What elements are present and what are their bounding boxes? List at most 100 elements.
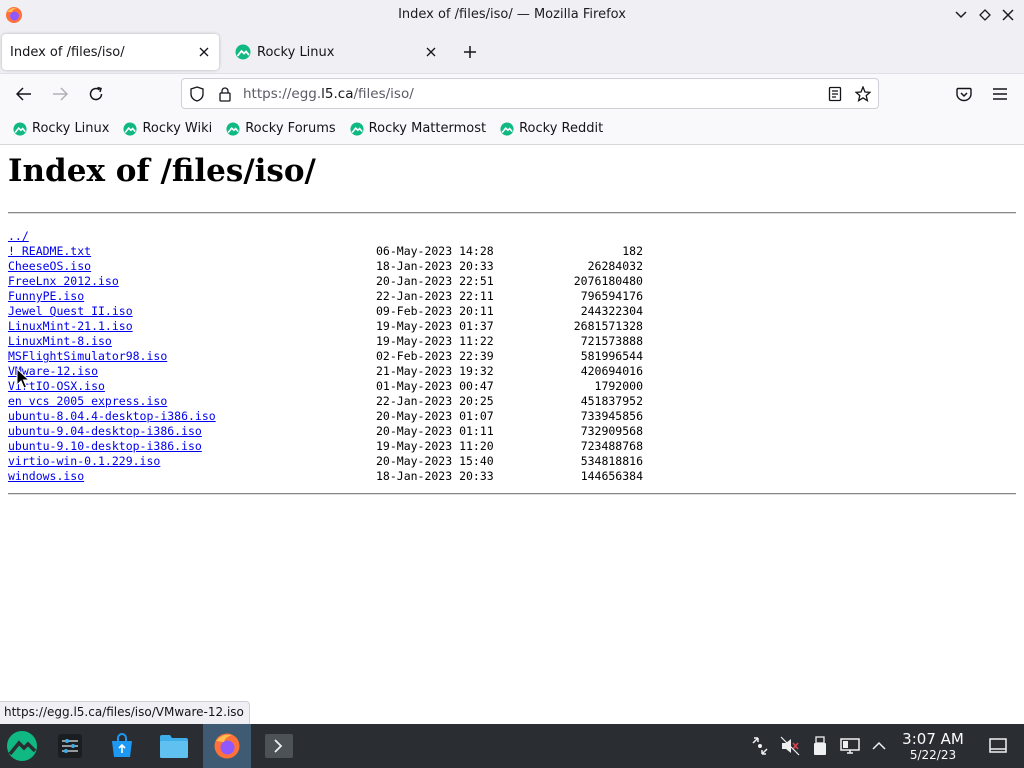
- tab-rocky-linux[interactable]: Rocky Linux: [228, 34, 446, 70]
- menu-hamburger-icon[interactable]: [988, 82, 1012, 106]
- file-date: 22-Jan-2023 20:25: [376, 394, 494, 408]
- bookmark-rocky-wiki[interactable]: Rocky Wiki: [123, 121, 212, 136]
- file-link[interactable]: ubuntu-9.04-desktop-i386.iso: [8, 424, 202, 439]
- mouse-cursor-icon: [16, 368, 30, 389]
- bookmark-rocky-linux[interactable]: Rocky Linux: [13, 121, 109, 136]
- rocky-linux-icon: [226, 121, 240, 136]
- parent-directory-link[interactable]: ../: [8, 229, 29, 244]
- url-host: l5.ca: [321, 86, 354, 102]
- bookmark-label: Rocky Linux: [32, 121, 110, 136]
- taskbar: 3:07 AM 5/22/23: [0, 724, 1024, 768]
- tracking-shield-icon[interactable]: [188, 85, 206, 103]
- file-date: 20-May-2023 01:07: [376, 409, 494, 423]
- file-size: 2681571328: [573, 319, 643, 333]
- file-link[interactable]: en vcs 2005 express.iso: [8, 394, 167, 409]
- address-bar[interactable]: https://egg.l5.ca/files/iso/: [181, 78, 879, 109]
- window-titlebar: Index of /files/iso/ — Mozilla Firefox: [0, 0, 1024, 30]
- file-link[interactable]: MSFlightSimulator98.iso: [8, 349, 167, 364]
- taskbar-firefox[interactable]: [203, 724, 251, 768]
- display-icon[interactable]: [840, 736, 860, 756]
- divider: [8, 212, 1016, 214]
- bookmark-rocky-mattermost[interactable]: Rocky Mattermost: [350, 121, 486, 136]
- file-size: 244322304: [580, 304, 643, 318]
- file-size: 420694016: [580, 364, 643, 378]
- file-row: en vcs 2005 express.iso 22-Jan-2023 20:25…: [8, 394, 708, 409]
- bookmark-rocky-forums[interactable]: Rocky Forums: [226, 121, 336, 136]
- minimize-icon[interactable]: [952, 6, 970, 24]
- volume-muted-icon[interactable]: [780, 736, 800, 756]
- clock[interactable]: 3:07 AM 5/22/23: [896, 730, 970, 763]
- file-row: ubuntu-9.10-desktop-i386.iso 19-May-2023 …: [8, 439, 708, 454]
- forward-arrow-icon[interactable]: [48, 82, 72, 106]
- chevron-up-icon[interactable]: [869, 736, 889, 756]
- pocket-icon[interactable]: [952, 82, 976, 106]
- file-link[interactable]: ubuntu-8.04.4-desktop-i386.iso: [8, 409, 216, 424]
- rocky-linux-icon: [350, 121, 364, 136]
- file-date: 20-May-2023 01:11: [376, 424, 494, 438]
- file-size: 1792000: [594, 379, 643, 393]
- file-date: 01-May-2023 00:47: [376, 379, 494, 393]
- file-link[interactable]: windows.iso: [8, 469, 84, 484]
- close-tab-icon[interactable]: [423, 44, 439, 60]
- close-window-icon[interactable]: [999, 6, 1017, 24]
- reload-icon[interactable]: [84, 82, 108, 106]
- tab-label: Rocky Linux: [257, 44, 335, 60]
- show-desktop-icon[interactable]: [988, 736, 1008, 756]
- terminal-icon: [265, 734, 293, 758]
- network-icon[interactable]: [750, 736, 770, 756]
- file-date: 18-Jan-2023 20:33: [376, 259, 494, 273]
- clock-time: 3:07 AM: [902, 730, 964, 748]
- settings-sliders-icon: [58, 734, 82, 758]
- new-tab-icon[interactable]: [459, 41, 481, 63]
- rocky-linux-icon: [13, 121, 27, 136]
- bookmark-label: Rocky Mattermost: [368, 121, 487, 136]
- file-link[interactable]: CheeseOS.iso: [8, 259, 91, 274]
- file-link[interactable]: FreeLnx 2012.iso: [8, 274, 119, 289]
- url-prefix: https://egg.: [243, 86, 322, 102]
- taskbar-discover[interactable]: [99, 724, 145, 768]
- bookmark-label: Rocky Wiki: [142, 121, 213, 136]
- url-text[interactable]: https://egg.l5.ca/files/iso/: [243, 86, 414, 102]
- maximize-icon[interactable]: [976, 6, 994, 24]
- lock-icon[interactable]: [216, 85, 234, 103]
- usb-device-icon[interactable]: [810, 736, 830, 756]
- file-date: 19-May-2023 01:37: [376, 319, 494, 333]
- file-row: VirtIO-OSX.iso 01-May-2023 00:47 1792000: [8, 379, 708, 394]
- file-link[interactable]: ubuntu-9.10-desktop-i386.iso: [8, 439, 202, 454]
- navigation-toolbar: https://egg.l5.ca/files/iso/: [0, 73, 1024, 113]
- software-store-icon: [112, 733, 132, 757]
- parent-directory-row: ../: [8, 229, 708, 244]
- file-date: 18-Jan-2023 20:33: [376, 469, 494, 483]
- file-link[interactable]: virtio-win-0.1.229.iso: [8, 454, 160, 469]
- file-row: windows.iso 18-Jan-2023 20:33 144656384: [8, 469, 708, 484]
- file-size: 182: [622, 244, 643, 258]
- file-size: 581996544: [580, 349, 643, 363]
- bookmark-rocky-reddit[interactable]: Rocky Reddit: [500, 121, 603, 136]
- firefox-icon: [214, 733, 240, 759]
- file-size: 733945856: [580, 409, 643, 423]
- back-arrow-icon[interactable]: [12, 82, 36, 106]
- file-row: FreeLnx 2012.iso 20-Jan-2023 22:51 2076180…: [8, 274, 708, 289]
- tab-index-files-iso[interactable]: Index of /files/iso/: [2, 34, 219, 70]
- taskbar-terminal[interactable]: [257, 724, 301, 768]
- page-title: Index of /files/iso/: [8, 153, 316, 189]
- close-tab-icon[interactable]: [196, 44, 212, 60]
- url-path: /files/iso/: [353, 86, 414, 102]
- file-row: ubuntu-8.04.4-desktop-i386.iso 20-May-202…: [8, 409, 708, 424]
- file-size: 723488768: [580, 439, 643, 453]
- file-link[interactable]: LinuxMint-8.iso: [8, 334, 112, 349]
- taskbar-file-manager[interactable]: [151, 724, 197, 768]
- app-launcher-button[interactable]: [0, 724, 44, 768]
- bookmark-star-icon[interactable]: [854, 85, 872, 103]
- file-date: 20-May-2023 15:40: [376, 454, 494, 468]
- file-row: MSFlightSimulator98.iso 02-Feb-2023 22:39…: [8, 349, 708, 364]
- file-link[interactable]: FunnyPE.iso: [8, 289, 84, 304]
- file-link[interactable]: Jewel Quest II.iso: [8, 304, 133, 319]
- file-date: 22-Jan-2023 22:11: [376, 289, 494, 303]
- file-row: Jewel Quest II.iso 09-Feb-2023 20:11 24432…: [8, 304, 708, 319]
- file-size: 534818816: [580, 454, 643, 468]
- file-link[interactable]: ! README.txt: [8, 244, 91, 259]
- reader-view-icon[interactable]: [826, 85, 844, 103]
- taskbar-settings[interactable]: [47, 724, 93, 768]
- file-link[interactable]: LinuxMint-21.1.iso: [8, 319, 133, 334]
